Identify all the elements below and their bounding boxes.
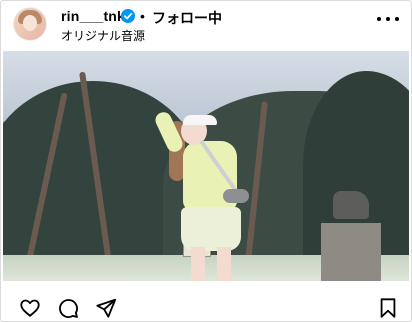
more-options-icon[interactable]: [377, 11, 399, 27]
verified-badge-icon: [121, 9, 135, 23]
separator-dot: •: [140, 8, 145, 24]
following-button[interactable]: フォロー中: [152, 8, 222, 28]
post-card: rin___tnk • フォロー中 オリジナル音源: [0, 0, 412, 322]
action-bar: [1, 287, 411, 321]
golfer-leg: [217, 247, 231, 281]
golfer-skirt: [181, 207, 241, 251]
post-video[interactable]: [3, 51, 409, 281]
golf-club-head: [223, 189, 249, 203]
avatar-face: [23, 15, 37, 31]
audio-link[interactable]: オリジナル音源: [61, 27, 145, 44]
comment-bubble-icon[interactable]: [57, 297, 79, 319]
bookmark-icon[interactable]: [377, 297, 399, 319]
statue-pedestal: [321, 223, 381, 281]
avatar[interactable]: [13, 7, 47, 41]
golfer-figure: [152, 81, 283, 281]
paper-plane-icon[interactable]: [95, 297, 117, 319]
username-link[interactable]: rin___tnk: [61, 8, 125, 24]
golfer-visor: [183, 115, 217, 125]
golfer-leg: [191, 247, 205, 281]
horse-statue: [333, 191, 369, 219]
heart-icon[interactable]: [19, 297, 41, 319]
post-header: rin___tnk • フォロー中 オリジナル音源: [1, 1, 411, 49]
